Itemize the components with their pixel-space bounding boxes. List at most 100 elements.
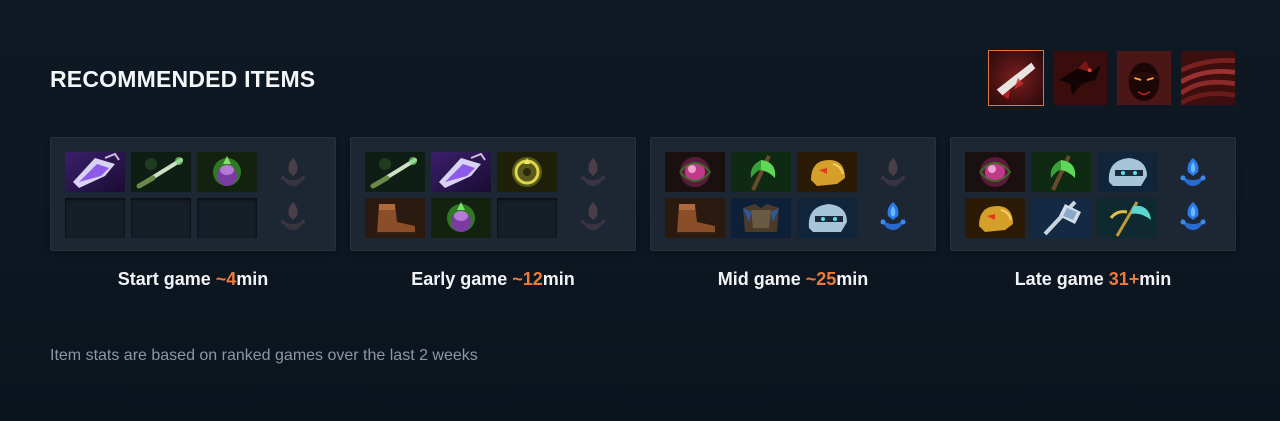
neutral-item-icon[interactable] — [875, 198, 911, 234]
armor-icon — [731, 198, 791, 238]
stage-unit: min — [836, 269, 869, 289]
empty-item-slot — [131, 198, 191, 238]
stage-unit: min — [236, 269, 269, 289]
item-slot[interactable] — [365, 152, 425, 192]
scythe-icon — [1097, 198, 1157, 238]
faerie-fire-icon — [431, 198, 491, 238]
neutral-dim-icon — [281, 158, 305, 186]
blade-icon — [989, 51, 1043, 105]
neutral-item-icon[interactable] — [575, 198, 611, 234]
stage-unit: min — [1139, 269, 1172, 289]
neutral-dim-icon — [881, 158, 905, 186]
facet-tabs — [988, 50, 1236, 106]
neutral-dim-icon — [581, 202, 605, 230]
item-slot[interactable] — [65, 152, 125, 192]
item-panel — [950, 137, 1236, 251]
ring-of-basilius-icon — [497, 152, 557, 192]
stage-time: ~12 — [512, 269, 543, 289]
neutral-blue-icon — [880, 202, 906, 230]
orb-icon — [965, 152, 1025, 192]
helm-icon — [797, 152, 857, 192]
item-slot[interactable] — [1031, 198, 1091, 238]
magic-stick-icon — [431, 152, 491, 192]
neutral-item-icon[interactable] — [275, 198, 311, 234]
stage-time: 31+ — [1108, 269, 1140, 289]
item-slot[interactable] — [965, 152, 1025, 192]
empty-item-slot — [497, 198, 557, 238]
hammer-icon — [1031, 198, 1091, 238]
item-panel — [50, 137, 336, 251]
neutral-dim-icon — [581, 158, 605, 186]
neutral-item-icon[interactable] — [275, 154, 311, 190]
neutral-item-icon[interactable] — [575, 154, 611, 190]
neutral-item-icon[interactable] — [1175, 198, 1211, 234]
hero-portrait-icon — [1117, 51, 1171, 105]
item-slot[interactable] — [1031, 152, 1091, 192]
item-grid — [365, 152, 557, 238]
stage-caption: Start game ~4min — [50, 269, 336, 290]
item-slot[interactable] — [1097, 152, 1157, 192]
item-grid — [665, 152, 857, 238]
mask-icon — [797, 198, 857, 238]
raven-icon — [1053, 51, 1107, 105]
stage-time: ~4 — [215, 269, 237, 289]
item-slot[interactable] — [731, 152, 791, 192]
mask-icon — [1097, 152, 1157, 192]
item-grid — [965, 152, 1157, 238]
scales-icon — [1181, 51, 1235, 105]
stage-caption: Late game 31+min — [950, 269, 1236, 290]
item-slot[interactable] — [197, 152, 257, 192]
item-slot[interactable] — [431, 198, 491, 238]
neutral-item-icon[interactable] — [875, 154, 911, 190]
stage-column: Start game ~4min — [50, 137, 336, 290]
faerie-fire-icon — [197, 152, 257, 192]
facet-tab-1[interactable] — [988, 50, 1044, 106]
facet-tab-2[interactable] — [1052, 50, 1108, 106]
item-slot[interactable] — [497, 152, 557, 192]
axe-icon — [731, 152, 791, 192]
stage-column: Mid game ~25min — [650, 137, 936, 290]
neutral-dim-icon — [281, 202, 305, 230]
item-panel — [650, 137, 936, 251]
orb-icon — [665, 152, 725, 192]
stage-label: Start game — [117, 269, 216, 289]
item-slot[interactable] — [131, 152, 191, 192]
item-slot[interactable] — [431, 152, 491, 192]
stage-label: Late game — [1014, 269, 1109, 289]
item-slot[interactable] — [797, 198, 857, 238]
item-slot[interactable] — [665, 198, 725, 238]
helm-icon — [965, 198, 1025, 238]
stage-label: Mid game — [717, 269, 806, 289]
section-title: RECOMMENDED ITEMS — [50, 66, 316, 92]
stage-caption: Mid game ~25min — [650, 269, 936, 290]
axe-icon — [1031, 152, 1091, 192]
magic-stick-icon — [65, 152, 125, 192]
tango-icon — [365, 152, 425, 192]
facet-tab-4[interactable] — [1180, 50, 1236, 106]
neutral-blue-icon — [1180, 158, 1206, 186]
neutral-blue-icon — [1180, 202, 1206, 230]
stage-label: Early game — [411, 269, 513, 289]
item-slot[interactable] — [1097, 198, 1157, 238]
stage-unit: min — [542, 269, 575, 289]
stage-list: Start game ~4min Early game ~12min Mid gam… — [50, 137, 1236, 290]
item-slot[interactable] — [965, 198, 1025, 238]
empty-item-slot — [65, 198, 125, 238]
item-grid — [65, 152, 257, 238]
boots-icon — [665, 198, 725, 238]
empty-item-slot — [197, 198, 257, 238]
item-panel — [350, 137, 636, 251]
boots-icon — [365, 198, 425, 238]
stage-caption: Early game ~12min — [350, 269, 636, 290]
neutral-item-icon[interactable] — [1175, 154, 1211, 190]
item-slot[interactable] — [365, 198, 425, 238]
tango-icon — [131, 152, 191, 192]
footnote: Item stats are based on ranked games ove… — [50, 347, 478, 364]
facet-tab-3[interactable] — [1116, 50, 1172, 106]
stage-column: Late game 31+min — [950, 137, 1236, 290]
item-slot[interactable] — [665, 152, 725, 192]
stage-column: Early game ~12min — [350, 137, 636, 290]
item-slot[interactable] — [797, 152, 857, 192]
item-slot[interactable] — [731, 198, 791, 238]
stage-time: ~25 — [805, 269, 837, 289]
